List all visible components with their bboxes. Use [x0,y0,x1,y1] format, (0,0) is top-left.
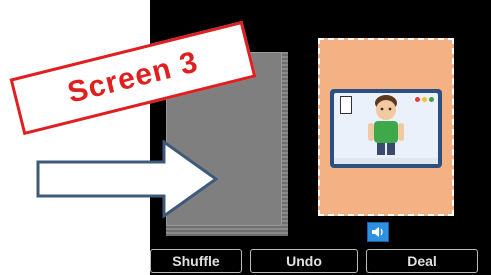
right-arrow-icon [36,140,218,218]
deal-button[interactable]: Deal [366,249,478,273]
symbol-icon [340,96,352,114]
boy-illustration [368,95,404,155]
card-footer [334,158,438,164]
speaker-icon [372,227,383,237]
shuffle-button[interactable]: Shuffle [150,249,242,273]
undo-button[interactable]: Undo [250,249,358,273]
sound-button[interactable] [367,222,389,242]
color-dots [415,97,434,102]
